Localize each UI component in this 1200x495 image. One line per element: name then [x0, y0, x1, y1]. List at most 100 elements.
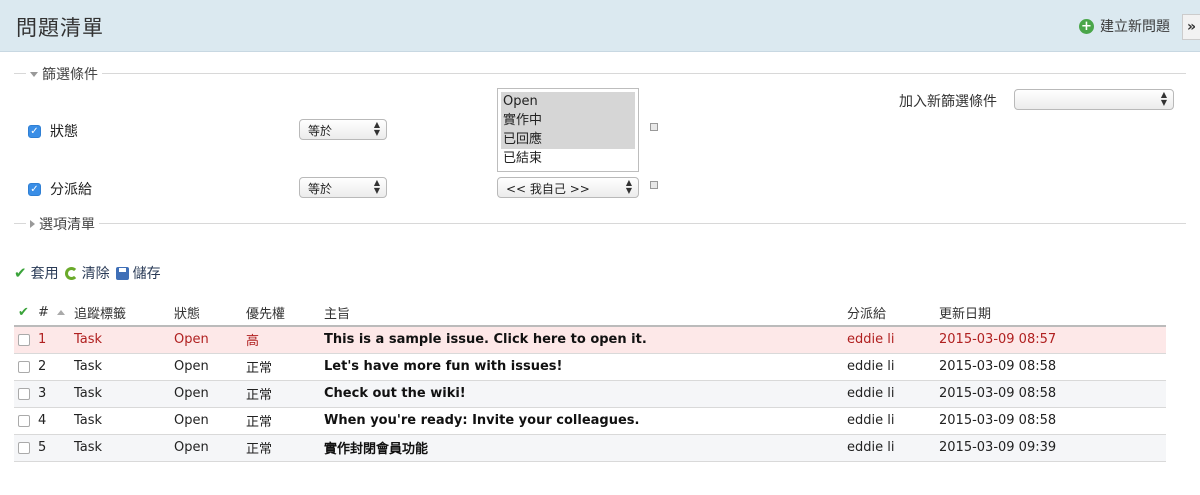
column-header-id[interactable]: # [38, 300, 74, 327]
save-icon [115, 266, 129, 280]
column-header-tracker[interactable]: 追蹤標籤 [74, 300, 174, 327]
issues-table: ✔ # 追蹤標籤 狀態 優先權 主旨 分派給 更新日期 1 Task Open … [14, 300, 1166, 462]
assignee-operator-select[interactable]: 等於 ▲ ▼ [299, 177, 387, 198]
options-legend[interactable]: 選項清單 [26, 214, 99, 234]
issue-priority: 高 [246, 326, 324, 354]
row-checkbox-cell[interactable] [14, 326, 38, 354]
issue-assignee[interactable]: eddie li [847, 407, 939, 435]
status-operator-select[interactable]: 等於 ▲ ▼ [299, 119, 387, 140]
issue-updated: 2015-03-09 08:57 [939, 326, 1166, 354]
filters-legend[interactable]: 篩選條件 [26, 64, 102, 84]
issue-subject-link[interactable]: Check out the wiki! [324, 380, 847, 408]
status-filter-label: 狀態 [50, 124, 78, 140]
table-row[interactable]: 1 Task Open 高 This is a sample issue. Cl… [14, 326, 1166, 354]
column-header-label: # [38, 305, 49, 320]
new-issue-label: 建立新問題 [1100, 19, 1170, 35]
row-checkbox-cell[interactable] [14, 434, 38, 462]
select-arrows-icon: ▲ ▼ [373, 120, 380, 137]
row-checkbox[interactable] [18, 387, 30, 400]
issue-id[interactable]: 3 [38, 380, 74, 408]
status-toggle-multiselect-icon[interactable] [650, 123, 658, 131]
new-issue-button[interactable]: + 建立新問題 [1079, 16, 1170, 36]
assignee-filter-checkbox[interactable]: ✓ [28, 182, 41, 196]
options-legend-label: 選項清單 [39, 217, 95, 233]
issue-id[interactable]: 5 [38, 434, 74, 462]
save-label: 儲存 [132, 266, 161, 282]
issue-id[interactable]: 2 [38, 353, 74, 381]
issue-assignee[interactable]: eddie li [847, 353, 939, 381]
column-header-priority[interactable]: 優先權 [246, 300, 324, 327]
filter-row-status: ✓ 狀態 [28, 121, 78, 141]
status-option[interactable]: Open [501, 92, 635, 111]
issue-assignee[interactable]: eddie li [847, 380, 939, 408]
assignee-toggle-multiselect-icon[interactable] [650, 181, 658, 189]
options-divider [14, 223, 1186, 224]
plus-icon: + [1079, 18, 1094, 34]
issue-subject-link[interactable]: This is a sample issue. Click here to op… [324, 326, 847, 354]
sidebar-toggle-button[interactable]: » [1182, 14, 1200, 40]
table-header-row: ✔ # 追蹤標籤 狀態 優先權 主旨 分派給 更新日期 [14, 300, 1166, 327]
add-filter-label: 加入新篩選條件 [899, 94, 997, 110]
issue-updated: 2015-03-09 08:58 [939, 407, 1166, 435]
row-checkbox[interactable] [18, 333, 30, 346]
assignee-operator-value: 等於 [308, 182, 333, 196]
table-row[interactable]: 4 Task Open 正常 When you're ready: Invite… [14, 407, 1166, 435]
page-header: 問題清單 + 建立新問題 » [0, 0, 1200, 52]
save-button[interactable]: 儲存 [115, 263, 161, 283]
column-header-subject[interactable]: 主旨 [324, 300, 847, 327]
issue-id[interactable]: 4 [38, 407, 74, 435]
issue-subject-link[interactable]: 實作封閉會員功能 [324, 434, 847, 462]
status-option[interactable]: 實作中 [501, 111, 635, 130]
issue-priority: 正常 [246, 380, 324, 408]
status-option[interactable]: 已回應 [501, 130, 635, 149]
issue-tracker: Task [74, 434, 174, 462]
issue-updated: 2015-03-09 08:58 [939, 380, 1166, 408]
status-filter-checkbox[interactable]: ✓ [28, 124, 41, 138]
page-title: 問題清單 [16, 16, 104, 40]
clear-button[interactable]: 清除 [64, 263, 110, 283]
row-checkbox-cell[interactable] [14, 380, 38, 408]
table-row[interactable]: 3 Task Open 正常 Check out the wiki! eddie… [14, 380, 1166, 408]
filter-row-assignee: ✓ 分派給 [28, 179, 92, 199]
select-arrows-icon: ▲ ▼ [625, 178, 632, 195]
column-header-assignee[interactable]: 分派給 [847, 300, 939, 327]
status-option[interactable]: 已結束 [501, 149, 635, 168]
issue-priority: 正常 [246, 353, 324, 381]
row-checkbox[interactable] [18, 414, 30, 427]
table-row[interactable]: 2 Task Open 正常 Let's have more fun with … [14, 353, 1166, 381]
assignee-filter-label: 分派給 [50, 182, 92, 198]
issue-subject-link[interactable]: When you're ready: Invite your colleague… [324, 407, 847, 435]
select-arrows-icon: ▲ ▼ [373, 178, 380, 195]
issue-id[interactable]: 1 [38, 326, 74, 354]
expand-triangle-icon [30, 220, 35, 228]
table-row[interactable]: 5 Task Open 正常 實作封閉會員功能 eddie li 2015-03… [14, 434, 1166, 462]
issue-assignee[interactable]: eddie li [847, 326, 939, 354]
status-operator-value: 等於 [308, 124, 333, 138]
add-filter-select[interactable]: ▲ ▼ [1014, 89, 1174, 110]
issue-updated: 2015-03-09 09:39 [939, 434, 1166, 462]
issue-tracker: Task [74, 407, 174, 435]
column-header-updated[interactable]: 更新日期 [939, 300, 1166, 327]
issue-status: Open [174, 407, 246, 435]
apply-button[interactable]: ✔ 套用 [14, 263, 59, 283]
toggle-all-checkbox[interactable]: ✔ [14, 300, 38, 327]
row-checkbox-cell[interactable] [14, 407, 38, 435]
checkmark-icon: ✔ [18, 305, 29, 320]
issue-status: Open [174, 353, 246, 381]
row-checkbox[interactable] [18, 441, 30, 454]
checkmark-icon: ✔ [14, 264, 27, 282]
issue-tracker: Task [74, 326, 174, 354]
row-checkbox-cell[interactable] [14, 353, 38, 381]
assignee-value-select[interactable]: << 我自己 >> ▲ ▼ [497, 177, 639, 198]
issue-priority: 正常 [246, 407, 324, 435]
issue-status: Open [174, 380, 246, 408]
issue-priority: 正常 [246, 434, 324, 462]
issue-tracker: Task [74, 353, 174, 381]
row-checkbox[interactable] [18, 360, 30, 373]
collapse-triangle-icon [30, 71, 38, 77]
status-values-listbox[interactable]: Open 實作中 已回應 已結束 [497, 88, 639, 172]
issue-subject-link[interactable]: Let's have more fun with issues! [324, 353, 847, 381]
query-actions: ✔ 套用 清除 儲存 [14, 263, 161, 283]
column-header-status[interactable]: 狀態 [174, 300, 246, 327]
issue-assignee[interactable]: eddie li [847, 434, 939, 462]
